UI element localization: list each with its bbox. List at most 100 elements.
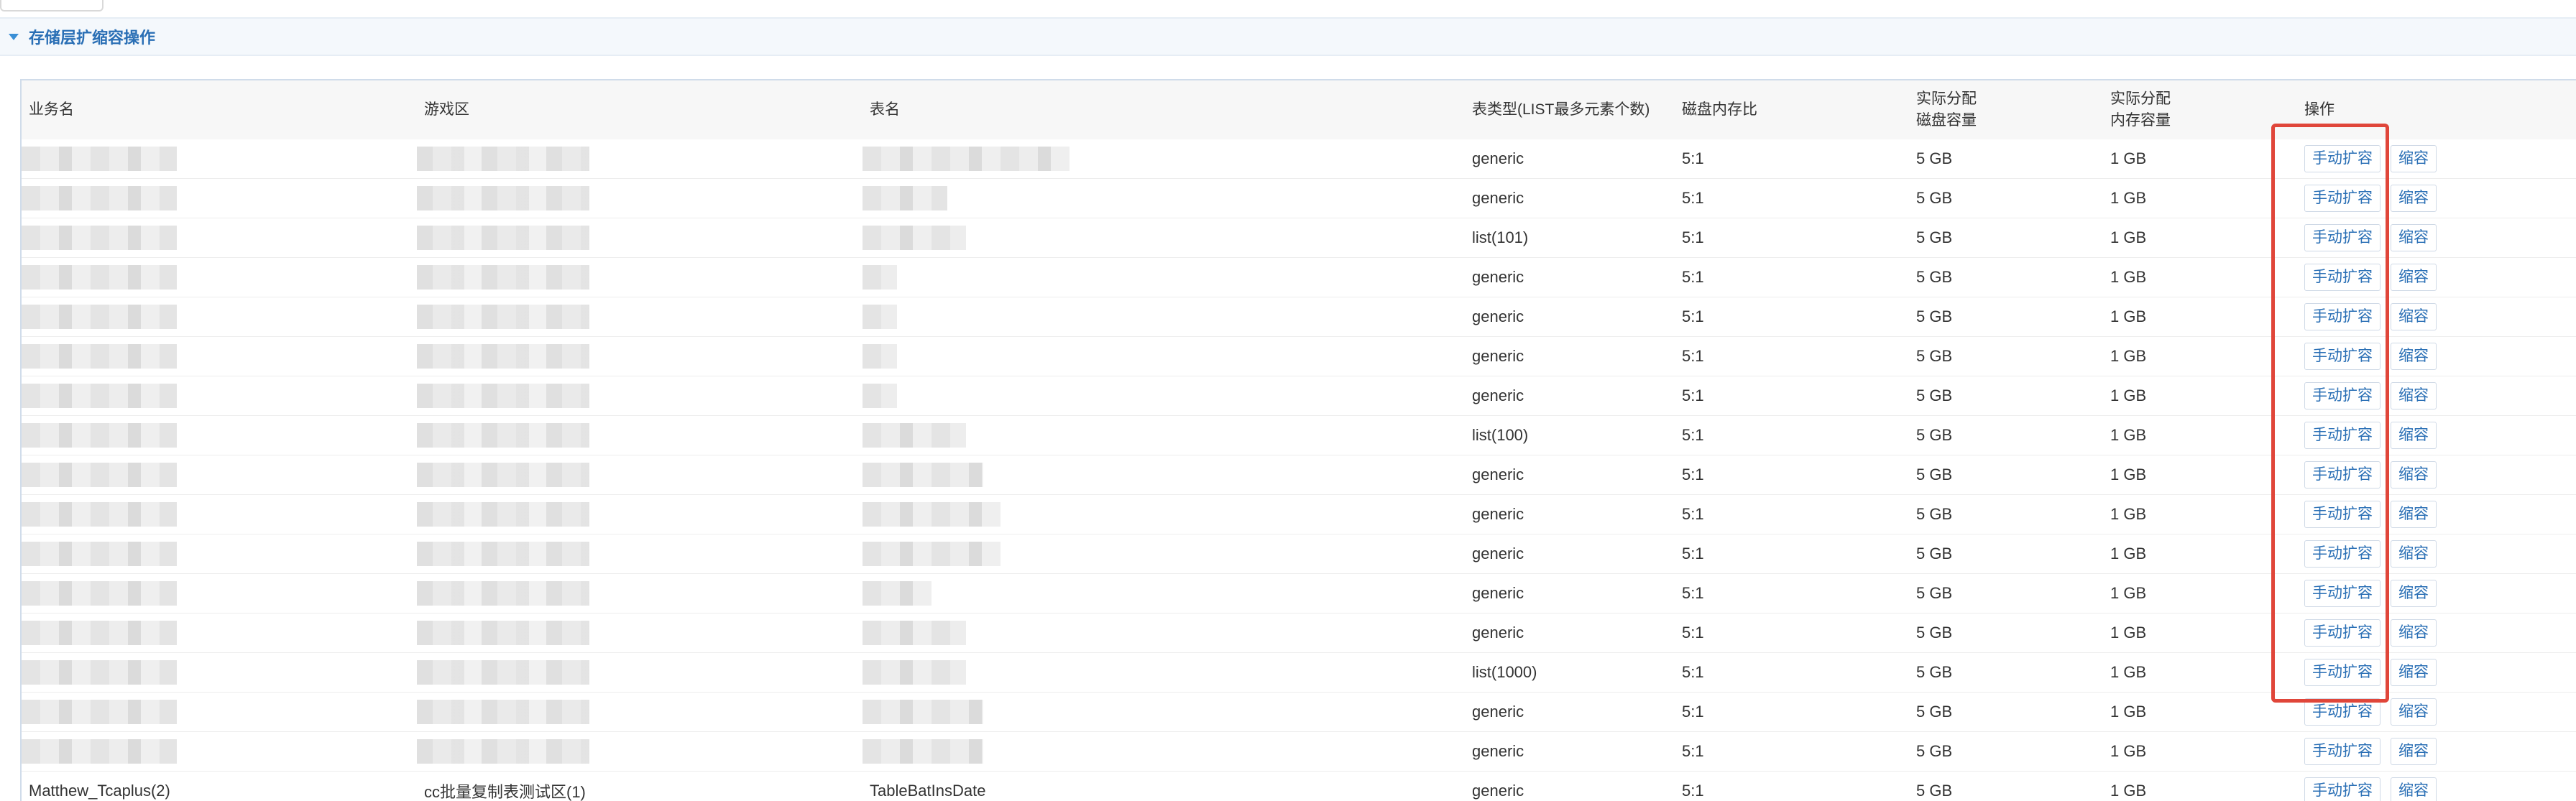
redacted-block	[417, 739, 589, 764]
header-disk-mem-ratio: 磁盘内存比	[1675, 80, 1909, 139]
shrink-button[interactable]: 缩容	[2391, 303, 2437, 330]
cell-ratio: 5:1	[1675, 179, 1909, 218]
cell-table-type: generic	[1465, 693, 1675, 732]
manual-expand-button[interactable]: 手动扩容	[2304, 303, 2380, 330]
shrink-button[interactable]: 缩容	[2391, 540, 2437, 568]
cell-ratio: 5:1	[1675, 772, 1909, 801]
header-disk-capacity-line2: 磁盘容量	[1916, 112, 1977, 129]
cell-mem-capacity: 1 GB	[2103, 218, 2297, 258]
cell-table-type: generic	[1465, 574, 1675, 614]
manual-expand-button[interactable]: 手动扩容	[2304, 264, 2380, 291]
manual-expand-button[interactable]: 手动扩容	[2304, 580, 2380, 607]
manual-expand-button[interactable]: 手动扩容	[2304, 738, 2380, 765]
cell-mem-capacity: 1 GB	[2103, 534, 2297, 574]
cell-ratio: 5:1	[1675, 732, 1909, 772]
cell-business	[22, 297, 417, 337]
shrink-button[interactable]: 缩容	[2391, 580, 2437, 607]
manual-expand-button[interactable]: 手动扩容	[2304, 343, 2380, 370]
redacted-block	[862, 186, 947, 210]
manual-expand-button[interactable]: 手动扩容	[2304, 224, 2380, 251]
shrink-button[interactable]: 缩容	[2391, 619, 2437, 647]
cell-disk-capacity: 5 GB	[1909, 693, 2103, 732]
shrink-button[interactable]: 缩容	[2391, 738, 2437, 765]
cell-zone	[417, 693, 862, 732]
scaling-table-container: 业务名 游戏区 表名 表类型(LIST最多元素个数) 磁盘内存比 实际分配 磁盘…	[20, 79, 2576, 801]
cell-mem-capacity: 1 GB	[2103, 179, 2297, 218]
manual-expand-button[interactable]: 手动扩容	[2304, 698, 2380, 726]
shrink-button[interactable]: 缩容	[2391, 422, 2437, 449]
cell-table-type: generic	[1465, 139, 1675, 179]
cell-zone	[417, 455, 862, 495]
manual-expand-button[interactable]: 手动扩容	[2304, 659, 2380, 686]
manual-expand-button[interactable]: 手动扩容	[2304, 777, 2380, 801]
cell-ops: 手动扩容缩容	[2297, 693, 2576, 732]
cell-table-type: generic	[1465, 455, 1675, 495]
cell-mem-capacity: 1 GB	[2103, 416, 2297, 455]
cell-table-type: generic	[1465, 614, 1675, 653]
header-ops: 操作	[2297, 80, 2576, 139]
shrink-button[interactable]: 缩容	[2391, 777, 2437, 801]
cell-business	[22, 495, 417, 534]
manual-expand-button[interactable]: 手动扩容	[2304, 382, 2380, 409]
manual-expand-button[interactable]: 手动扩容	[2304, 422, 2380, 449]
redacted-block	[22, 384, 177, 408]
cell-table-type: generic	[1465, 258, 1675, 297]
cell-table-type: generic	[1465, 732, 1675, 772]
shrink-button[interactable]: 缩容	[2391, 185, 2437, 212]
shrink-button[interactable]: 缩容	[2391, 343, 2437, 370]
manual-expand-button[interactable]: 手动扩容	[2304, 540, 2380, 568]
manual-expand-button[interactable]: 手动扩容	[2304, 145, 2380, 172]
manual-expand-button[interactable]: 手动扩容	[2304, 185, 2380, 212]
table-row: generic5:15 GB1 GB手动扩容缩容	[22, 574, 2576, 614]
section-header[interactable]: 存储层扩缩容操作	[0, 17, 2576, 56]
table-row: generic5:15 GB1 GB手动扩容缩容	[22, 534, 2576, 574]
redacted-block	[22, 423, 177, 448]
shrink-button[interactable]: 缩容	[2391, 461, 2437, 489]
cell-mem-capacity: 1 GB	[2103, 693, 2297, 732]
cell-business	[22, 693, 417, 732]
shrink-button[interactable]: 缩容	[2391, 264, 2437, 291]
cell-disk-capacity: 5 GB	[1909, 258, 2103, 297]
table-row: generic5:15 GB1 GB手动扩容缩容	[22, 376, 2576, 416]
cell-mem-capacity: 1 GB	[2103, 653, 2297, 693]
cell-ratio: 5:1	[1675, 455, 1909, 495]
redacted-block	[417, 463, 589, 487]
shrink-button[interactable]: 缩容	[2391, 698, 2437, 726]
table-row: generic5:15 GB1 GB 手动扩容缩容	[22, 732, 2576, 772]
redacted-block	[862, 344, 897, 369]
cell-zone	[417, 337, 862, 376]
top-input-partial[interactable]	[0, 0, 104, 11]
shrink-button[interactable]: 缩容	[2391, 224, 2437, 251]
cell-ratio: 5:1	[1675, 139, 1909, 179]
cell-table-name	[862, 376, 1465, 416]
redacted-block	[862, 660, 966, 685]
cell-table-type: generic	[1465, 297, 1675, 337]
manual-expand-button[interactable]: 手动扩容	[2304, 501, 2380, 528]
table-row: generic5:15 GB1 GB手动扩容缩容	[22, 139, 2576, 179]
redacted-block	[417, 502, 589, 527]
header-table-type: 表类型(LIST最多元素个数)	[1465, 80, 1675, 139]
shrink-button[interactable]: 缩容	[2391, 382, 2437, 409]
cell-zone	[417, 139, 862, 179]
cell-ops: 手动扩容缩容	[2297, 218, 2576, 258]
cell-ops: 手动扩容缩容	[2297, 376, 2576, 416]
manual-expand-button[interactable]: 手动扩容	[2304, 619, 2380, 647]
cell-business	[22, 218, 417, 258]
cell-mem-capacity: 1 GB	[2103, 732, 2297, 772]
caret-down-icon[interactable]	[9, 34, 19, 40]
manual-expand-button[interactable]: 手动扩容	[2304, 461, 2380, 489]
shrink-button[interactable]: 缩容	[2391, 145, 2437, 172]
cell-disk-capacity: 5 GB	[1909, 732, 2103, 772]
cell-table-name	[862, 732, 1465, 772]
redacted-block	[862, 226, 966, 250]
cell-ratio: 5:1	[1675, 376, 1909, 416]
cell-ratio: 5:1	[1675, 653, 1909, 693]
shrink-button[interactable]: 缩容	[2391, 501, 2437, 528]
shrink-button[interactable]: 缩容	[2391, 659, 2437, 686]
cell-disk-capacity: 5 GB	[1909, 772, 2103, 801]
redacted-block	[862, 305, 897, 329]
redacted-block	[417, 147, 589, 171]
cell-ops: 手动扩容缩容	[2297, 297, 2576, 337]
cell-table-name	[862, 653, 1465, 693]
header-zone: 游戏区	[417, 80, 862, 139]
